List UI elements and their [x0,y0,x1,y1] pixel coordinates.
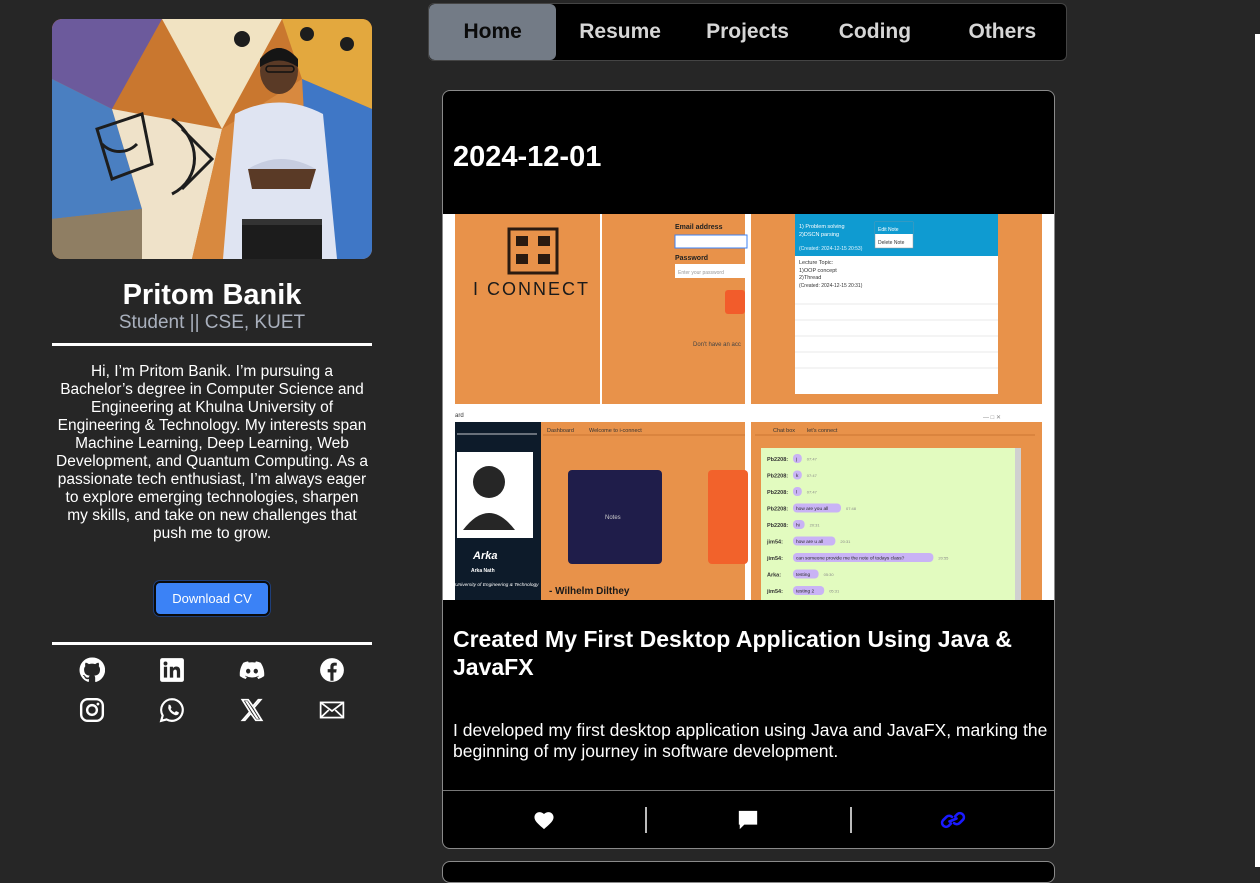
chat-time: 07:47 [807,490,818,495]
mail-icon[interactable] [319,697,345,723]
screenshot-delete-note: Delete Note [878,240,905,246]
nav-others[interactable]: Others [939,4,1066,60]
page-scrollbar[interactable] [1255,34,1260,867]
profile-sidebar: Pritom Banik Student || CSE, KUET Hi, I’… [52,19,372,723]
next-post-card [442,861,1055,883]
post-title: Created My First Desktop Application Usi… [453,626,1012,680]
chat-time: 07:47 [807,457,818,462]
profile-photo [52,19,372,259]
chat-message: hi [796,523,800,529]
chat-time: 07:47 [807,473,818,478]
social-links [52,657,372,723]
screenshot-signup-hint: Don't have an acc [693,342,741,348]
main-nav: Home Resume Projects Coding Others [428,3,1067,61]
chat-user: jim54: [766,556,783,562]
screenshot-chat-tab: Chat box [773,428,795,434]
sidebar-divider [52,343,372,346]
post-actions [443,790,1054,848]
nav-home[interactable]: Home [429,4,557,60]
chat-user: Pb2208: [767,523,788,529]
screenshot-note-2: 2)DSCN parsing [799,232,839,238]
screenshot-edit-note: Edit Note [878,227,899,233]
screenshot-lecture-2: 2)Thread [799,275,821,281]
screenshot-lecture-1: 1)OOP concept [799,268,837,274]
svg-text:— □ ✕: — □ ✕ [983,415,1001,421]
chat-time: 20:31 [840,539,851,544]
chat-time: 07:48 [846,506,857,511]
chat-user: Pb2208: [767,490,788,496]
chat-user: jim54: [766,589,783,595]
post-image: I CONNECT Email address Password Enter y… [443,214,1054,600]
screenshot-quote: - Wilhelm Dilthey [549,586,630,597]
chat-time: 05:30 [824,572,835,577]
linkedin-icon[interactable] [159,657,185,683]
facebook-icon[interactable] [319,657,345,683]
chat-user: Arka: [767,573,781,579]
screenshot-tab-dashboard: Dashboard [547,428,574,434]
chat-message: j [795,457,797,463]
chat-time: 20:31 [810,523,821,528]
screenshot-lecture-topic: Lecture Topic: [799,260,834,266]
screenshot-user-name: Arka [472,550,497,562]
chat-time: 20:55 [938,556,949,561]
chat-message: can someone provide me the note of today… [796,556,905,562]
sidebar-divider-2 [52,642,372,645]
profile-bio: Hi, I’m Pritom Banik. I’m pursuing a Bac… [56,363,368,542]
link-icon[interactable] [940,809,966,831]
screenshot-user-fullname: Arka Nath [471,568,495,574]
download-cv-button[interactable]: Download CV [154,581,270,616]
instagram-icon[interactable] [79,697,105,723]
whatsapp-icon[interactable] [159,697,185,723]
profile-name: Pritom Banik [122,279,302,311]
chat-user: Pb2208: [767,457,788,463]
github-icon[interactable] [79,657,106,683]
nav-projects[interactable]: Projects [684,4,811,60]
screenshot-notes-card: Notes [605,515,621,521]
chat-user: Pb2208: [767,507,788,513]
chat-bubble [793,487,802,496]
screenshot-password-placeholder: Enter your password [678,270,724,276]
screenshot-password-label: Password [675,255,708,262]
chat-message: l [796,490,797,496]
chat-time: 05:31 [829,589,840,594]
post-description: I developed my first desktop application… [453,720,1048,761]
discord-icon[interactable] [239,657,265,683]
screenshot-user-uni: University of Engineering & Technology [455,582,539,588]
screenshot-window-title: ard [455,413,464,419]
screenshot-tab-welcome: Welcome to i-connect [589,428,642,434]
screenshot-note-created-1: (Created: 2024-12-15 20:53) [799,246,863,252]
screenshot-note-created-2: (Created: 2024-12-15 20:31) [799,283,863,289]
chat-message: testing 2 [796,589,814,595]
nav-resume[interactable]: Resume [556,4,683,60]
profile-subtitle: Student || CSE, KUET [118,312,306,333]
nav-coding[interactable]: Coding [811,4,938,60]
x-icon[interactable] [239,697,265,723]
chat-user: Pb2208: [767,474,788,480]
screenshot-email-label: Email address [675,224,723,231]
chat-message: how are u all [796,539,823,545]
chat-message: testing [796,572,810,578]
chat-bubble [793,454,802,463]
screenshot-note-1: 1) Problem solving [799,224,845,230]
heart-icon[interactable] [533,810,555,830]
screenshot-logo: I CONNECT [473,279,590,299]
screenshot-connect-tab: let's connect [807,428,838,434]
post-card: 2024-12-01 I CONNECT Email address Passw… [442,90,1055,849]
chat-user: jim54: [766,540,783,546]
chat-message: how are you all [796,506,828,512]
comment-icon[interactable] [737,809,759,831]
post-date: 2024-12-01 [453,141,602,173]
